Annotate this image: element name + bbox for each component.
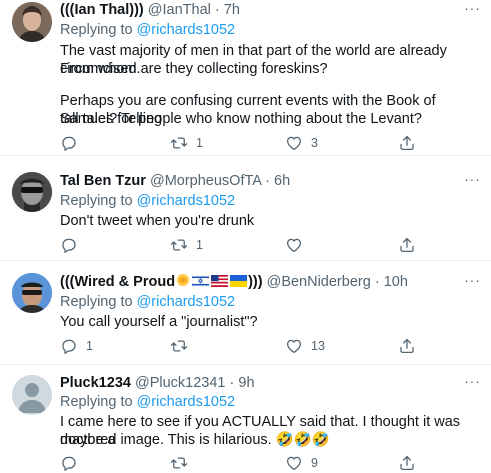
replying-to: Replying to @richards1052 bbox=[60, 293, 235, 311]
ukraine-flag-icon bbox=[230, 275, 248, 287]
tweet[interactable]: (((Wired & Proud))) @BenNiderberg · 10h … bbox=[0, 261, 491, 365]
display-name-suffix: ))) bbox=[248, 274, 263, 290]
action-bar: 1 bbox=[60, 235, 420, 255]
retweet-count: 1 bbox=[196, 136, 203, 150]
like-icon bbox=[285, 134, 303, 152]
retweet-icon bbox=[170, 337, 188, 355]
timestamp[interactable]: 7h bbox=[224, 2, 240, 18]
like-button[interactable]: 9 bbox=[285, 453, 318, 473]
replying-prefix: Replying to bbox=[60, 193, 133, 209]
share-button[interactable] bbox=[398, 453, 416, 473]
like-icon bbox=[285, 337, 303, 355]
share-icon bbox=[398, 337, 416, 355]
tweet[interactable]: Tal Ben Tzur @MorpheusOfTA · 6h ··· Repl… bbox=[0, 160, 491, 261]
replying-prefix: Replying to bbox=[60, 294, 133, 310]
retweet-icon bbox=[170, 454, 188, 472]
reply-icon bbox=[60, 454, 78, 472]
display-name[interactable]: (((Ian Thal))) bbox=[60, 2, 144, 18]
reply-icon bbox=[60, 337, 78, 355]
reply-icon bbox=[60, 236, 78, 254]
like-button[interactable] bbox=[285, 235, 311, 255]
mention-link[interactable]: @richards1052 bbox=[137, 294, 236, 310]
tweet[interactable]: (((Ian Thal))) @IanThal · 7h ··· Replyin… bbox=[0, 0, 491, 156]
more-icon[interactable]: ··· bbox=[464, 373, 481, 389]
display-name[interactable]: Tal Ben Tzur bbox=[60, 173, 146, 189]
action-bar: 9 bbox=[60, 453, 420, 473]
more-icon[interactable]: ··· bbox=[464, 272, 481, 288]
reply-button[interactable] bbox=[60, 453, 86, 473]
tweet-text: tall tales for people who know nothing a… bbox=[60, 111, 422, 127]
reply-button[interactable] bbox=[60, 235, 86, 255]
tweet-header: (((Wired & Proud))) @BenNiderberg · 10h bbox=[60, 273, 408, 291]
more-icon[interactable]: ··· bbox=[464, 0, 481, 16]
like-button[interactable]: 13 bbox=[285, 336, 325, 356]
tweet-header: Pluck1234 @Pluck12341 · 9h bbox=[60, 374, 255, 392]
user-handle[interactable]: @MorpheusOfTA bbox=[150, 173, 261, 189]
israel-flag-icon bbox=[192, 275, 210, 287]
share-button[interactable] bbox=[398, 133, 416, 153]
tweet-text: You call yourself a "journalist"? bbox=[60, 314, 258, 330]
tweet-text: From whom are they collecting foreskins? bbox=[60, 61, 328, 77]
timestamp[interactable]: 9h bbox=[238, 375, 254, 391]
reply-button[interactable] bbox=[60, 133, 86, 153]
share-icon bbox=[398, 236, 416, 254]
reply-icon bbox=[60, 134, 78, 152]
us-flag-icon bbox=[211, 275, 229, 287]
replying-prefix: Replying to bbox=[60, 22, 133, 38]
user-handle[interactable]: @BenNiderberg bbox=[267, 274, 371, 290]
retweet-count: 1 bbox=[196, 238, 203, 252]
display-name[interactable]: (((Wired & Proud bbox=[60, 274, 175, 290]
like-icon bbox=[285, 454, 303, 472]
action-bar: 1 3 bbox=[60, 133, 420, 153]
user-handle[interactable]: @Pluck12341 bbox=[135, 375, 226, 391]
share-button[interactable] bbox=[398, 336, 416, 356]
retweet-button[interactable]: 1 bbox=[170, 133, 203, 153]
separator-dot: · bbox=[265, 173, 271, 189]
tweet-header: Tal Ben Tzur @MorpheusOfTA · 6h bbox=[60, 172, 290, 190]
user-handle[interactable]: @IanThal bbox=[148, 2, 211, 18]
retweet-button[interactable]: 1 bbox=[170, 235, 203, 255]
like-count: 3 bbox=[311, 136, 318, 150]
avatar[interactable] bbox=[12, 375, 52, 415]
separator-dot: · bbox=[214, 2, 220, 18]
mention-link[interactable]: @richards1052 bbox=[137, 22, 236, 38]
reply-count: 1 bbox=[86, 339, 93, 353]
retweet-button[interactable] bbox=[170, 336, 196, 356]
replying-to: Replying to @richards1052 bbox=[60, 393, 235, 411]
timestamp[interactable]: 10h bbox=[384, 274, 408, 290]
timestamp[interactable]: 6h bbox=[274, 173, 290, 189]
mention-link[interactable]: @richards1052 bbox=[137, 394, 236, 410]
raised-fist-emoji bbox=[176, 273, 190, 287]
separator-dot: · bbox=[229, 375, 235, 391]
share-button[interactable] bbox=[398, 235, 416, 255]
replying-to: Replying to @richards1052 bbox=[60, 21, 235, 39]
reply-button[interactable]: 1 bbox=[60, 336, 93, 356]
tweet[interactable]: Pluck1234 @Pluck12341 · 9h ··· Replying … bbox=[0, 365, 491, 472]
mention-link[interactable]: @richards1052 bbox=[137, 193, 236, 209]
retweet-icon bbox=[170, 134, 188, 152]
avatar[interactable] bbox=[12, 273, 52, 313]
retweet-button[interactable] bbox=[170, 453, 196, 473]
like-count: 13 bbox=[311, 339, 325, 353]
more-icon[interactable]: ··· bbox=[464, 171, 481, 187]
tweet-text: Don't tweet when you're drunk bbox=[60, 213, 255, 229]
like-count: 9 bbox=[311, 456, 318, 470]
share-icon bbox=[398, 134, 416, 152]
retweet-icon bbox=[170, 236, 188, 254]
avatar[interactable] bbox=[12, 2, 52, 42]
like-icon bbox=[285, 236, 303, 254]
share-icon bbox=[398, 454, 416, 472]
tweet-text: doctored image. This is hilarious. 🤣🤣🤣 bbox=[60, 432, 330, 448]
replying-prefix: Replying to bbox=[60, 394, 133, 410]
action-bar: 1 13 bbox=[60, 336, 420, 356]
tweet-header: (((Ian Thal))) @IanThal · 7h bbox=[60, 1, 240, 19]
like-button[interactable]: 3 bbox=[285, 133, 318, 153]
avatar[interactable] bbox=[12, 172, 52, 212]
replying-to: Replying to @richards1052 bbox=[60, 192, 235, 210]
separator-dot: · bbox=[374, 274, 380, 290]
display-name[interactable]: Pluck1234 bbox=[60, 375, 131, 391]
